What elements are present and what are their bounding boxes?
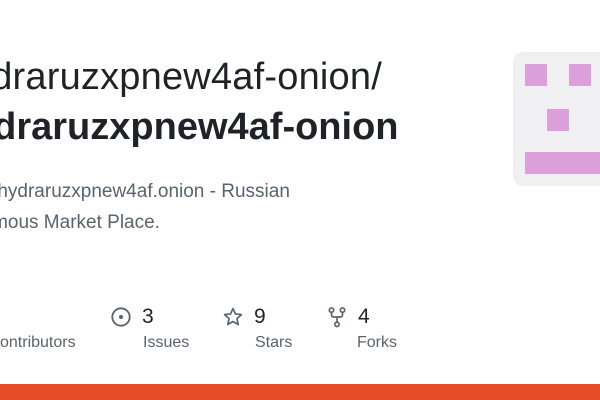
avatar-pixel — [525, 152, 600, 174]
star-icon — [223, 307, 243, 326]
stat-stars[interactable]: 9 Stars — [222, 304, 292, 351]
stat-label: Stars — [255, 334, 293, 351]
owner-avatar[interactable] — [513, 52, 600, 186]
avatar-pixel — [525, 64, 547, 86]
stat-issues[interactable]: 3 Issues — [110, 304, 189, 351]
repo-owner[interactable]: ydraruzxpnew4af-onion/ — [0, 56, 382, 99]
avatar-pixel — [547, 109, 569, 131]
stat-count: 9 — [254, 305, 266, 328]
avatar-pixel — [569, 64, 591, 86]
stat-count: 3 — [142, 305, 154, 328]
repo-social-card: ydraruzxpnew4af-onion/ ydraruzxpnew4af-o… — [0, 0, 600, 400]
stat-forks[interactable]: 4 Forks — [326, 304, 397, 351]
stat-label: Forks — [357, 334, 397, 351]
repo-description: s://hydraruzxpnew4af.onion - Russian nym… — [0, 176, 432, 238]
stat-label: ontributors — [0, 334, 76, 351]
repo-description-line: s://hydraruzxpnew4af.onion - Russian — [0, 181, 290, 202]
language-bar — [0, 384, 600, 400]
fork-icon — [328, 307, 346, 328]
issue-circle-icon — [111, 307, 131, 327]
stat-label: Issues — [143, 334, 190, 351]
repo-description-line: nymous Market Place. — [0, 212, 160, 233]
repo-name[interactable]: ydraruzxpnew4af-onion — [0, 106, 399, 149]
stat-count: 4 — [358, 305, 370, 328]
